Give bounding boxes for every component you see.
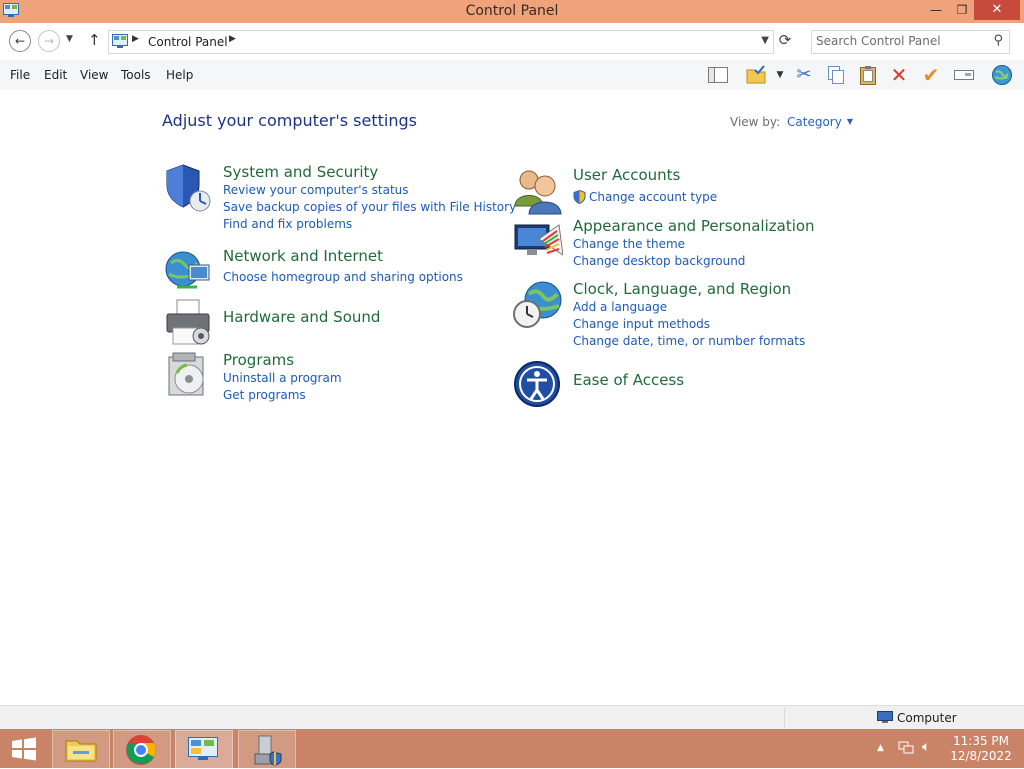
clock-time[interactable]: 11:35 PM [950,734,1012,749]
category-title[interactable]: Network and Internet [223,247,383,265]
taskbar-remote-tool[interactable] [238,730,296,769]
address-toolbar: ← → ▼ ↑ ▶ Control Panel ▶ ▼ ⟳ ⚲ [0,23,1024,60]
link-find-fix-problems[interactable]: Find and fix problems [223,217,352,231]
users-icon[interactable] [513,166,563,216]
category-title[interactable]: User Accounts [573,166,680,184]
category-ease-of-access: Ease of Access [513,360,843,410]
file-explorer-icon [65,740,97,762]
shield-icon[interactable] [163,163,213,213]
network-tray-icon[interactable] [898,741,914,755]
menu-help[interactable]: Help [166,68,193,82]
recent-locations-dropdown[interactable]: ▼ [66,34,73,44]
taskbar-file-explorer[interactable] [52,730,110,769]
rename-icon[interactable] [953,64,975,86]
taskbar: ▲ 🔈︎ 11:35 PM 12/8/2022 [0,729,1024,769]
breadcrumb-separator-icon[interactable]: ▶ [132,34,139,44]
status-location: Computer [897,711,957,725]
link-review-status[interactable]: Review your computer's status [223,183,409,197]
checkmark-icon[interactable]: ✔ [920,64,942,86]
computer-icon [877,711,893,723]
category-programs: Programs Uninstall a program Get program… [163,351,493,411]
view-by-label: View by: [730,115,781,129]
address-box[interactable]: ▶ Control Panel ▶ ▼ [108,30,774,54]
menu-file[interactable]: File [10,68,30,82]
category-appearance-and-personalization: Appearance and Personalization Change th… [513,217,843,271]
maximize-button[interactable]: ❐ [948,0,976,20]
link-uninstall-program[interactable]: Uninstall a program [223,371,342,385]
clock-globe-icon[interactable] [513,280,563,330]
layout-icon[interactable] [707,64,729,86]
category-title[interactable]: System and Security [223,163,378,181]
back-button[interactable]: ← [9,30,31,52]
status-divider [784,708,785,728]
remote-tool-icon [254,735,282,766]
monitor-palette-icon[interactable] [513,217,563,267]
control-panel-icon [188,737,218,760]
category-hardware-and-sound: Hardware and Sound [163,298,493,348]
breadcrumb-control-panel[interactable]: Control Panel [148,35,228,49]
link-change-account-type[interactable]: Change account type [589,190,717,204]
search-icon[interactable]: ⚲ [993,33,1003,48]
menu-edit[interactable]: Edit [44,68,67,82]
volume-icon[interactable]: 🔈︎ [922,739,930,755]
link-change-date-time-formats[interactable]: Change date, time, or number formats [573,334,805,348]
dropdown-arrow-icon[interactable]: ▼ [847,117,853,126]
link-change-input-methods[interactable]: Change input methods [573,317,710,331]
chrome-icon [126,735,156,765]
search-box[interactable]: ⚲ [811,30,1010,54]
view-by-value[interactable]: Category [787,115,842,129]
copy-icon[interactable] [825,64,847,86]
cut-icon[interactable]: ✂ [793,64,815,86]
programs-disc-icon[interactable] [163,351,213,401]
uac-shield-icon [573,190,586,204]
link-homegroup-sharing[interactable]: Choose homegroup and sharing options [223,270,463,284]
link-file-history[interactable]: Save backup copies of your files with Fi… [223,200,516,214]
menu-tools[interactable]: Tools [121,68,151,82]
link-get-programs[interactable]: Get programs [223,388,306,402]
view-by-dropdown[interactable]: Category ▼ [787,115,853,129]
show-hidden-icons-button[interactable]: ▲ [877,743,884,753]
ease-of-access-icon[interactable] [513,360,563,410]
minimize-button[interactable]: — [922,0,950,20]
category-network-and-internet: Network and Internet Choose homegroup an… [163,247,493,293]
category-clock-language-and-region: Clock, Language, and Region Add a langua… [513,280,843,352]
paste-icon[interactable] [857,64,879,86]
menu-bar: File Edit View Tools Help ▼ ✂ ✕ ✔ [0,60,1024,90]
taskbar-control-panel[interactable] [175,730,233,769]
control-panel-icon [112,34,128,48]
close-button[interactable]: ✕ [974,0,1020,20]
clock-date[interactable]: 12/8/2022 [950,749,1012,764]
up-button[interactable]: ↑ [88,31,101,49]
category-user-accounts: User Accounts Change account type [513,166,843,216]
title-bar: Control Panel — ❐ ✕ [0,0,1024,23]
category-title[interactable]: Ease of Access [573,371,684,389]
search-input[interactable] [816,33,984,49]
status-bar: Computer [0,705,1024,730]
refresh-button[interactable]: ⟳ [775,31,795,51]
link-add-language[interactable]: Add a language [573,300,667,314]
window-title: Control Panel [465,3,559,19]
category-system-and-security: System and Security Review your computer… [163,163,516,243]
network-globe-icon[interactable] [163,247,213,297]
delete-icon[interactable]: ✕ [888,64,910,86]
taskbar-chrome[interactable] [113,730,171,769]
link-change-theme[interactable]: Change the theme [573,237,685,251]
link-change-desktop-background[interactable]: Change desktop background [573,254,745,268]
category-title[interactable]: Hardware and Sound [223,308,380,326]
breadcrumb-separator-icon[interactable]: ▶ [229,34,236,44]
dropdown-arrow-icon[interactable]: ▼ [769,64,791,86]
forward-button[interactable]: → [38,30,60,52]
globe-icon[interactable] [991,64,1013,86]
system-clock[interactable]: 11:35 PM 12/8/2022 [950,734,1012,764]
printer-icon[interactable] [163,298,213,348]
folder-check-icon[interactable] [745,64,767,86]
address-dropdown-icon[interactable]: ▼ [761,35,769,46]
page-heading: Adjust your computer's settings [162,111,417,130]
category-title[interactable]: Clock, Language, and Region [573,280,791,298]
category-title[interactable]: Programs [223,351,294,369]
category-title[interactable]: Appearance and Personalization [573,217,815,235]
menu-view[interactable]: View [80,68,108,82]
windows-start-icon[interactable] [10,737,38,761]
